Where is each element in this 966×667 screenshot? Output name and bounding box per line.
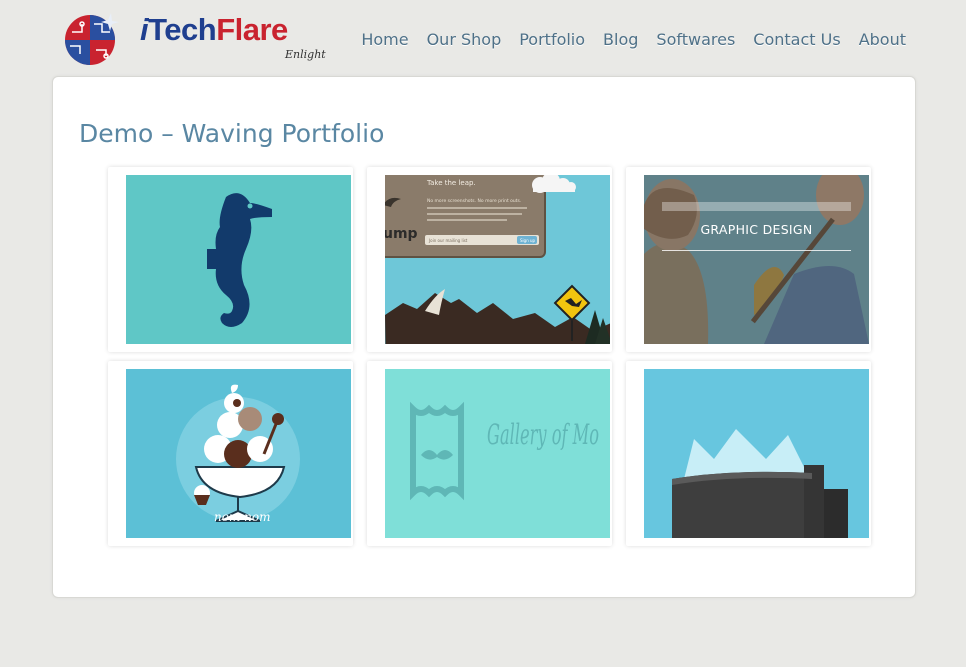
brand-tagline: Enlight — [285, 48, 326, 61]
overlay-caption: GRAPHIC DESIGN — [700, 222, 813, 237]
portfolio-item-seahorse[interactable] — [108, 167, 353, 352]
overlay-divider — [662, 250, 851, 251]
leap-heading: Take the leap. — [426, 179, 476, 187]
leap-button: Sign up — [520, 238, 536, 243]
nav-portfolio[interactable]: Portfolio — [519, 30, 585, 49]
portfolio-item-gallery-of-mo[interactable]: Gallery of Mo — [367, 361, 612, 546]
portfolio-item-take-the-leap[interactable]: Take the leap. No more screenshots. No m… — [367, 167, 612, 352]
main-nav: Home Our Shop Portfolio Blog Softwares C… — [361, 30, 906, 49]
nav-softwares[interactable]: Softwares — [656, 30, 735, 49]
logo-icon — [65, 13, 119, 65]
portfolio-item-building[interactable] — [626, 361, 871, 546]
portfolio-item-nom-nom[interactable]: nom nom — [108, 361, 353, 546]
nav-contact-us[interactable]: Contact Us — [753, 30, 840, 49]
brand-wordmark: iTechFlare — [140, 12, 288, 48]
gallery-of-mo-text: Gallery of Mo — [487, 418, 599, 451]
leap-field: Join our mailing list — [428, 238, 468, 243]
nav-our-shop[interactable]: Our Shop — [427, 30, 502, 49]
seahorse-thumbnail — [126, 175, 351, 344]
page-title: Demo – Waving Portfolio — [79, 119, 385, 148]
portfolio-grid: Take the leap. No more screenshots. No m… — [108, 167, 878, 667]
content-panel: Demo – Waving Portfolio Take the leap. N… — [52, 76, 916, 598]
brand-flare: Flare — [216, 12, 288, 47]
leap-logo: ump — [385, 226, 418, 242]
gallery-of-mo-thumbnail: Gallery of Mo — [385, 369, 610, 538]
site-logo[interactable]: iTechFlare Enlight — [60, 6, 330, 66]
take-the-leap-thumbnail: Take the leap. No more screenshots. No m… — [385, 175, 610, 344]
nom-nom-thumbnail: nom nom — [126, 369, 351, 538]
building-thumbnail — [644, 369, 869, 538]
portfolio-item-graphic-design[interactable]: GRAPHIC DESIGN — [626, 167, 871, 352]
brand-i: i — [140, 12, 149, 47]
brand-tech: Tech — [148, 12, 217, 47]
graphic-design-overlay: GRAPHIC DESIGN — [644, 175, 869, 344]
overlay-bar — [662, 202, 851, 211]
nav-home[interactable]: Home — [361, 30, 408, 49]
leap-subheading: No more screenshots. No more print outs. — [427, 198, 521, 204]
nav-about[interactable]: About — [859, 30, 906, 49]
nav-blog[interactable]: Blog — [603, 30, 638, 49]
nom-nom-text: nom nom — [214, 510, 270, 524]
graphic-design-thumbnail: GRAPHIC DESIGN — [644, 175, 869, 344]
